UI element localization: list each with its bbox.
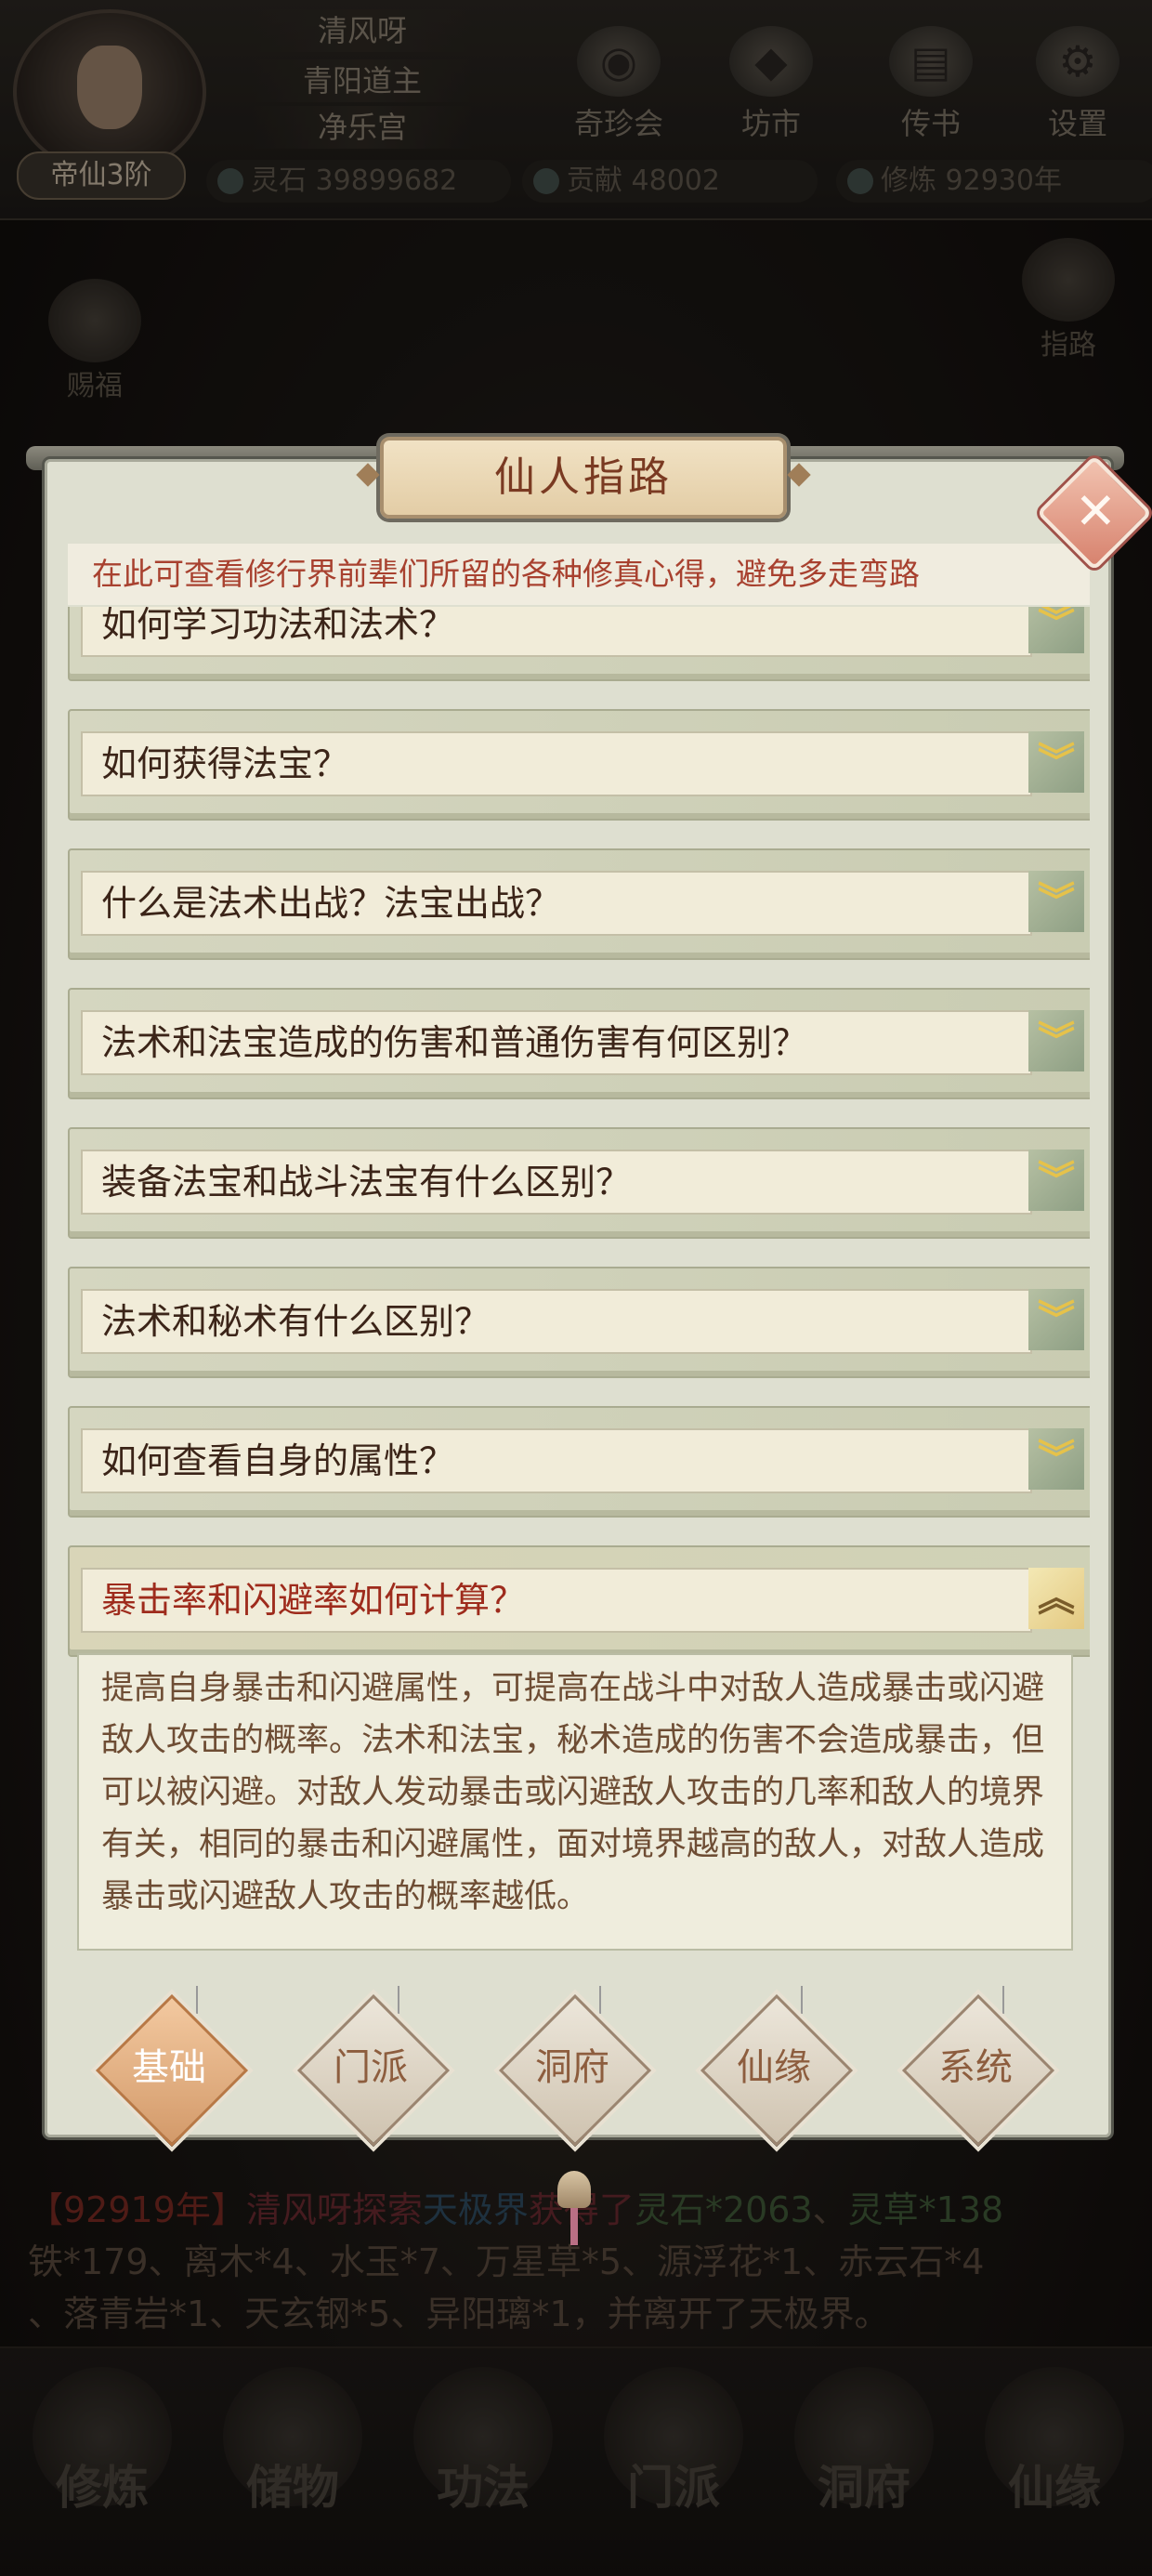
chevron-down-icon: ︾ xyxy=(1028,1289,1084,1350)
tab-basics[interactable]: 基础 xyxy=(95,1993,249,2148)
modal-title: 仙人指路 xyxy=(380,437,787,519)
faq-answer: 提高自身暴击和闪避属性，可提高在战斗中对敌人造成暴击或闪避敌人攻击的概率。法术和… xyxy=(77,1653,1073,1951)
tab-fate[interactable]: 仙缘 xyxy=(700,1993,854,2148)
close-icon: ✕ xyxy=(1074,481,1118,541)
bell-tassel xyxy=(570,2208,578,2245)
modal-intro: 在此可查看修行界前辈们所留的各种修真心得，避免多走弯路 xyxy=(68,544,1090,605)
tab-system[interactable]: 系统 xyxy=(901,1993,1055,2148)
chevron-down-icon: ︾ xyxy=(1028,871,1084,932)
chevron-down-icon: ︾ xyxy=(1028,1428,1084,1490)
tab-sect[interactable]: 门派 xyxy=(296,1993,451,2148)
modal-panel: 在此可查看修行界前辈们所留的各种修真心得，避免多走弯路 如何学习功法和法术？ ︾… xyxy=(45,459,1111,2148)
question-list[interactable]: 如何学习功法和法术？ ︾ 如何获得法宝？ ︾ 什么是法术出战？法宝出战？ ︾ 法… xyxy=(68,607,1090,2019)
bell-icon xyxy=(557,2171,591,2208)
chevron-down-icon: ︾ xyxy=(1028,607,1084,653)
faq-item[interactable]: 如何获得法宝？ ︾ xyxy=(68,709,1090,821)
chevron-up-icon: ︽ xyxy=(1028,1568,1084,1629)
chevron-down-icon: ︾ xyxy=(1028,1010,1084,1071)
faq-item[interactable]: 法术和法宝造成的伤害和普通伤害有何区别？ ︾ xyxy=(68,988,1090,1099)
faq-item[interactable]: 如何学习功法和法术？ ︾ xyxy=(68,607,1090,681)
faq-item[interactable]: 什么是法术出战？法宝出战？ ︾ xyxy=(68,848,1090,960)
tab-cave[interactable]: 洞府 xyxy=(498,1993,652,2148)
chevron-down-icon: ︾ xyxy=(1028,1150,1084,1211)
chevron-down-icon: ︾ xyxy=(1028,731,1084,793)
faq-item[interactable]: 如何查看自身的属性？ ︾ xyxy=(68,1406,1090,1518)
faq-item[interactable]: 装备法宝和战斗法宝有什么区别？ ︾ xyxy=(68,1127,1090,1239)
faq-item[interactable]: 法术和秘术有什么区别？ ︾ xyxy=(68,1267,1090,1378)
guide-modal: 在此可查看修行界前辈们所留的各种修真心得，避免多走弯路 如何学习功法和法术？ ︾… xyxy=(26,437,1152,2148)
faq-item-open[interactable]: 暴击率和闪避率如何计算？ ︽ xyxy=(68,1545,1090,1657)
